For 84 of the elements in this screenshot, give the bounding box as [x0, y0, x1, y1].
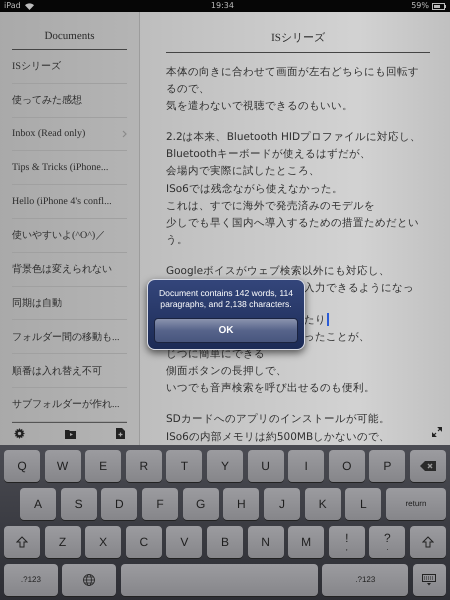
key[interactable]: T — [166, 450, 202, 482]
key[interactable]: V — [166, 526, 202, 558]
wifi-icon — [24, 2, 34, 10]
key[interactable]: N — [248, 526, 284, 558]
key[interactable]: Q — [4, 450, 40, 482]
key[interactable]: O — [328, 450, 365, 482]
backspace-icon — [420, 461, 436, 471]
document-list-item[interactable]: Hello (iPhone 4's confl... — [12, 185, 127, 219]
expand-icon[interactable] — [432, 427, 442, 437]
key[interactable]: C — [126, 526, 162, 558]
battery-icon — [432, 2, 446, 10]
ok-button[interactable]: OK — [154, 318, 298, 343]
key[interactable]: Y — [206, 450, 243, 482]
globe-key[interactable] — [62, 564, 116, 596]
document-text-line: ったことが、 — [304, 330, 370, 344]
return-key[interactable]: return — [386, 488, 446, 520]
key[interactable]: X — [85, 526, 122, 558]
key[interactable]: G — [182, 488, 219, 520]
document-text-line: 気を遣わないで視聴できるのもいい。 — [166, 98, 353, 113]
document-text-line: ISo6では残念ながら使えなかった。 — [166, 182, 343, 196]
key[interactable]: Z — [44, 526, 81, 558]
document-text-line: 少しでも早く国内へ導入するための措置ためだとい — [166, 216, 419, 230]
shift-key[interactable] — [4, 526, 40, 558]
key[interactable]: I — [288, 450, 324, 482]
settings-icon[interactable] — [14, 428, 25, 440]
document-list-item[interactable]: 順番は入れ替え不可 — [12, 354, 127, 388]
document-text-line: るので、 — [166, 82, 210, 96]
key[interactable]: F — [142, 488, 178, 520]
shift-key[interactable] — [410, 526, 446, 558]
document-list-item[interactable]: サブフォルダーが作れ... — [12, 388, 127, 422]
key[interactable]: L — [345, 488, 382, 520]
document-list-item[interactable]: 背景色は変えられない — [12, 252, 127, 287]
key[interactable]: ? . — [369, 526, 406, 558]
key[interactable]: B — [206, 526, 243, 558]
document-text-line: 2.2は本来、Bluetooth HIDプロファイルに対応し、 — [166, 130, 422, 144]
number-mode-key[interactable]: .?123 — [322, 564, 408, 596]
document-list-item[interactable]: 使ってみた感想 — [12, 84, 127, 118]
document-list-item[interactable]: 同期は自動 — [12, 286, 127, 320]
document-list-item[interactable]: フォルダー間の移動も... — [12, 320, 127, 354]
document-text-line: ISo6の内部メモリは約500MBしかないので、 — [166, 430, 390, 444]
document-text-line: いつでも音声検索を呼び出せるのも便利。 — [166, 381, 375, 396]
key[interactable]: ! , — [328, 526, 365, 558]
document-text-line: 会場内で実際に試したところ、 — [166, 164, 320, 178]
chevron-icon — [122, 130, 127, 138]
key[interactable]: M — [288, 526, 324, 558]
keyboard-hide-icon — [422, 574, 436, 586]
folder-icon[interactable] — [65, 428, 76, 439]
clock-time: 19:34 — [210, 0, 234, 12]
document-text-line: たり — [304, 312, 326, 327]
device-name: iPad — [4, 0, 21, 12]
key[interactable]: J — [264, 488, 300, 520]
key[interactable]: H — [223, 488, 260, 520]
document-text-line: 本体の向きに合わせて画面が左右どちらにも回転す — [166, 64, 419, 79]
shift-icon — [422, 536, 434, 548]
key[interactable]: K — [304, 488, 341, 520]
key[interactable]: D — [101, 488, 138, 520]
key[interactable]: A — [20, 488, 56, 520]
alert-message: Document contains 142 words, 114 paragraphs, and 2,138 characters. — [158, 288, 294, 310]
document-title: ISシリーズ — [166, 12, 430, 53]
document-text-line: SDカードへのアプリのインストールが可能。 — [166, 412, 390, 426]
document-list-item[interactable]: Tips & Tricks (iPhone... — [12, 151, 127, 186]
key[interactable]: W — [44, 450, 81, 482]
key[interactable]: U — [248, 450, 284, 482]
key[interactable]: S — [60, 488, 97, 520]
document-list-item[interactable]: ISシリーズ — [12, 50, 127, 84]
document-text-line: これは、すでに海外で発売済みのモデルを — [166, 198, 375, 213]
key[interactable]: R — [126, 450, 162, 482]
sidebar-title: Documents — [12, 12, 127, 50]
document-text-line: Bluetoothキーボードが使えるはずだが、 — [166, 147, 371, 162]
document-text-line: う。 — [166, 232, 188, 247]
delete-key[interactable] — [410, 450, 446, 482]
battery-percent: 59% — [411, 0, 429, 12]
document-list-item[interactable]: Inbox (Read only) — [12, 118, 127, 152]
document-list-item[interactable]: 使いやすいよ(^O^)／ — [12, 218, 127, 253]
document-text-line: 側面ボタンの長押しで、 — [166, 364, 287, 378]
document-text-line: Googleボイスがウェブ検索以外にも対応し、 — [166, 264, 390, 278]
document-text-line: 入力できるようになっ — [304, 281, 414, 296]
key[interactable]: P — [369, 450, 406, 482]
number-mode-key[interactable]: .?123 — [4, 564, 58, 596]
hide-keyboard-key[interactable] — [412, 564, 446, 596]
new-document-icon[interactable] — [116, 428, 125, 440]
key[interactable]: E — [85, 450, 122, 482]
shift-icon — [16, 536, 28, 548]
globe-icon — [83, 574, 96, 586]
